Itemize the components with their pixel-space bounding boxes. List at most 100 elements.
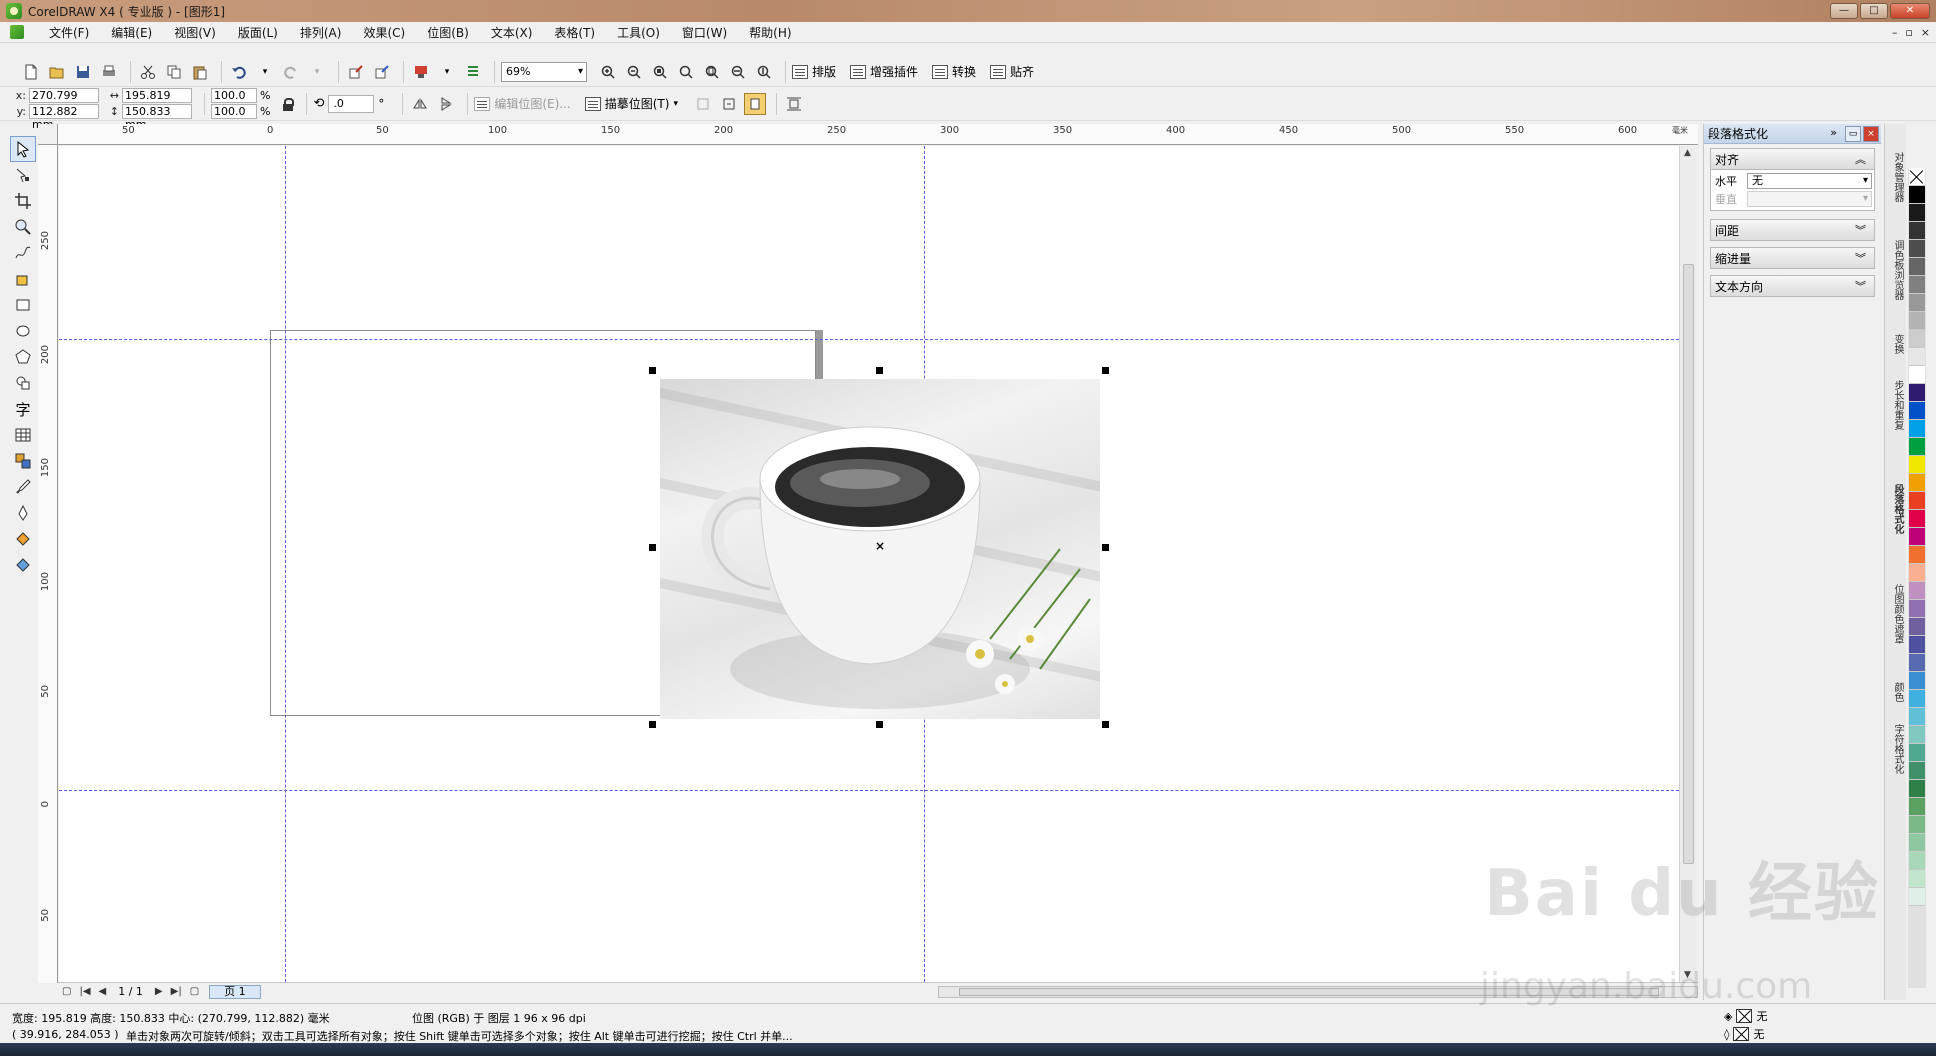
resize-handle-bottom-right[interactable] — [1102, 721, 1109, 728]
color-swatch[interactable] — [1909, 708, 1925, 726]
next-page-icon[interactable]: ▶ — [155, 986, 163, 997]
copy-button[interactable] — [163, 61, 185, 83]
export-button[interactable] — [371, 61, 393, 83]
menu-layout[interactable]: 版面(L) — [227, 24, 289, 41]
menu-window[interactable]: 窗口(W) — [671, 24, 738, 41]
menu-text[interactable]: 文本(X) — [480, 24, 544, 41]
color-swatch[interactable] — [1909, 672, 1925, 690]
vertical-ruler[interactable]: 250 200 150 100 50 0 50 — [38, 145, 58, 983]
tab-object-manager[interactable]: 对象管理器 — [1887, 152, 1905, 202]
resize-handle-right[interactable] — [1102, 544, 1109, 551]
freehand-tool[interactable] — [10, 240, 36, 266]
smart-fill-tool[interactable] — [10, 266, 36, 292]
section-spacing[interactable]: 间距 ︾ — [1710, 219, 1875, 241]
page-add-before-icon[interactable]: ▢ — [62, 986, 71, 997]
zoom-level-select[interactable]: 69% — [501, 61, 587, 82]
zoom-page-height-button[interactable] — [753, 61, 775, 83]
menu-help[interactable]: 帮助(H) — [738, 24, 802, 41]
zoom-all-button[interactable] — [675, 61, 697, 83]
outline-tool[interactable] — [10, 500, 36, 526]
height-field[interactable]: 150.833 mm — [122, 104, 192, 131]
color-swatch[interactable] — [1909, 834, 1925, 852]
center-marker-icon[interactable]: × — [875, 539, 885, 553]
color-swatch[interactable] — [1909, 726, 1925, 744]
paste-button[interactable] — [189, 61, 211, 83]
color-swatch[interactable] — [1909, 618, 1925, 636]
resize-handle-top[interactable] — [876, 367, 883, 374]
scale-height-field[interactable]: 100.0 — [211, 104, 257, 119]
color-swatch[interactable] — [1909, 546, 1925, 564]
minimize-button[interactable]: — — [1830, 3, 1858, 19]
mirror-horizontal-button[interactable] — [409, 93, 431, 115]
shape-tool[interactable] — [10, 162, 36, 188]
scale-width-field[interactable]: 100.0 — [211, 88, 257, 103]
zoom-selected-button[interactable] — [649, 61, 671, 83]
first-page-icon[interactable]: |◀ — [79, 986, 90, 997]
tab-character-formatting[interactable]: 字符格式化 — [1887, 724, 1905, 774]
horizontal-align-select[interactable]: 无 — [1747, 173, 1872, 189]
import-button[interactable] — [345, 61, 367, 83]
menu-edit[interactable]: 编辑(E) — [100, 24, 163, 41]
undo-dropdown[interactable]: ▾ — [254, 61, 276, 83]
resample-button[interactable] — [718, 93, 740, 115]
color-swatch[interactable] — [1909, 204, 1925, 222]
color-swatch[interactable] — [1909, 582, 1925, 600]
color-swatch[interactable] — [1909, 636, 1925, 654]
color-swatch[interactable] — [1909, 258, 1925, 276]
vertical-scroll-thumb[interactable] — [1683, 264, 1694, 864]
zoom-in-button[interactable] — [597, 61, 619, 83]
color-swatch[interactable] — [1909, 492, 1925, 510]
color-swatch[interactable] — [1909, 474, 1925, 492]
save-button[interactable] — [72, 61, 94, 83]
redo-dropdown[interactable]: ▾ — [306, 61, 328, 83]
tab-step-repeat[interactable]: 步长和重复 — [1887, 380, 1905, 430]
color-swatch[interactable] — [1909, 888, 1925, 906]
basic-shapes-tool[interactable] — [10, 370, 36, 396]
page-add-after-icon[interactable]: ▢ — [190, 986, 199, 997]
color-swatch[interactable] — [1909, 762, 1925, 780]
fill-indicator[interactable]: ◈ 无 — [1724, 1008, 1767, 1024]
horizontal-ruler[interactable]: 50 0 50 100 150 200 250 300 350 400 450 … — [58, 124, 1698, 145]
resize-handle-bottom-left[interactable] — [649, 721, 656, 728]
maximize-button[interactable]: □ — [1860, 3, 1888, 19]
tab-color[interactable]: 颜色 — [1887, 682, 1905, 702]
color-swatch[interactable] — [1909, 330, 1925, 348]
crop-bitmap-button[interactable] — [692, 93, 714, 115]
mirror-vertical-button[interactable] — [435, 93, 457, 115]
y-position-field[interactable]: 112.882 mm — [29, 104, 99, 131]
color-swatch[interactable] — [1909, 816, 1925, 834]
typesetting-button[interactable]: 排版 — [792, 63, 836, 80]
color-swatch[interactable] — [1909, 510, 1925, 528]
trace-bitmap-button[interactable]: 描摹位图(T) ▾ — [584, 95, 678, 112]
welcome-screen-button[interactable] — [462, 61, 484, 83]
undo-button[interactable] — [228, 61, 250, 83]
pick-tool[interactable] — [10, 136, 36, 162]
color-swatch[interactable] — [1909, 798, 1925, 816]
eyedropper-tool[interactable] — [10, 474, 36, 500]
x-position-field[interactable]: 270.799 mm — [29, 88, 99, 115]
docker-collapse-icon[interactable]: » — [1830, 126, 1837, 142]
redo-button[interactable] — [280, 61, 302, 83]
menu-effects[interactable]: 效果(C) — [352, 24, 416, 41]
tab-palette-browser[interactable]: 调色板浏览器 — [1887, 240, 1905, 300]
scroll-up-icon[interactable]: ▲ — [1684, 148, 1691, 158]
resize-handle-bottom[interactable] — [876, 721, 883, 728]
table-tool[interactable] — [10, 422, 36, 448]
previous-page-icon[interactable]: ◀ — [99, 986, 107, 997]
zoom-out-button[interactable] — [623, 61, 645, 83]
color-swatch[interactable] — [1909, 222, 1925, 240]
close-button[interactable]: ✕ — [1890, 3, 1930, 19]
menu-file[interactable]: 文件(F) — [38, 24, 100, 41]
menu-table[interactable]: 表格(T) — [543, 24, 606, 41]
launcher-dropdown[interactable]: ▾ — [436, 61, 458, 83]
color-swatch[interactable] — [1909, 294, 1925, 312]
zoom-page-width-button[interactable] — [727, 61, 749, 83]
menu-arrange[interactable]: 排列(A) — [289, 24, 353, 41]
resize-handle-top-left[interactable] — [649, 367, 656, 374]
convert-button[interactable]: 转换 — [932, 63, 976, 80]
last-page-icon[interactable]: ▶| — [171, 986, 182, 997]
interactive-blend-tool[interactable] — [10, 448, 36, 474]
color-swatch[interactable] — [1909, 780, 1925, 798]
polygon-tool[interactable] — [10, 344, 36, 370]
color-swatch[interactable] — [1909, 438, 1925, 456]
